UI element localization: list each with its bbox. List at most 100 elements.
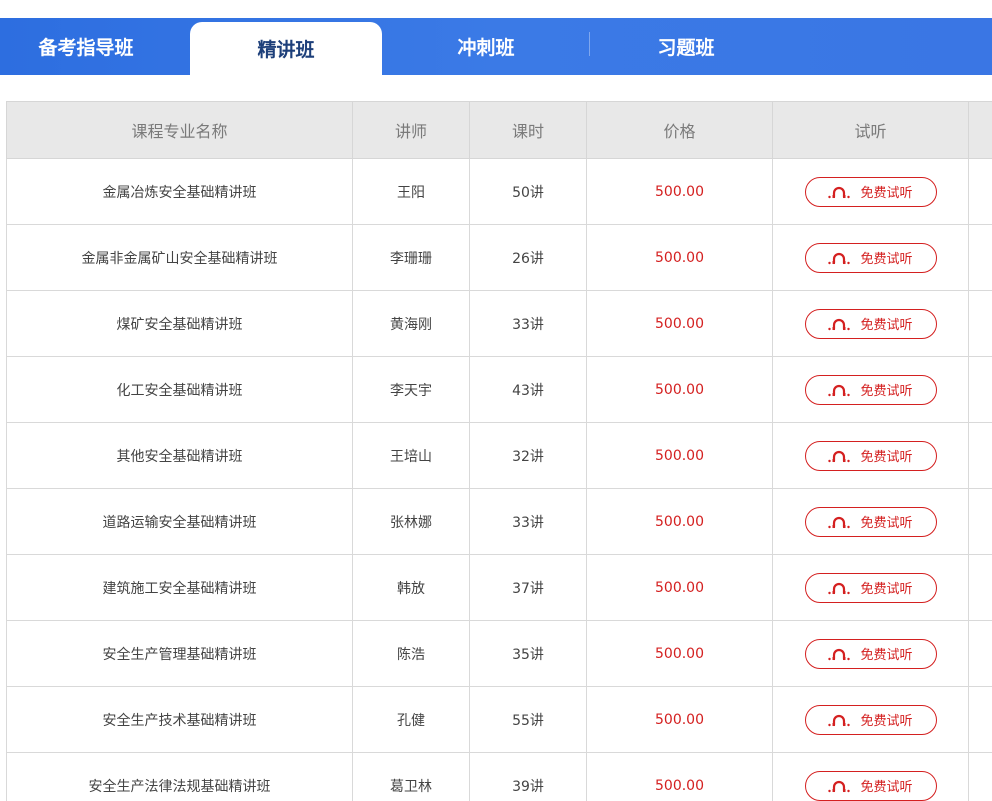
header-price: 价格 (587, 102, 773, 159)
teacher-cell: 李天宇 (353, 357, 470, 423)
hours-cell: 55讲 (470, 687, 587, 753)
price-cell: 500.00 (587, 621, 773, 687)
trial-cell: 免费试听 (773, 423, 969, 489)
price-cell: 500.00 (587, 291, 773, 357)
table-row: 其他安全基础精讲班王培山32讲500.00 免费试听 (7, 423, 992, 489)
extra-cell (969, 555, 992, 621)
trial-cell: 免费试听 (773, 357, 969, 423)
free-trial-button[interactable]: 免费试听 (805, 243, 937, 273)
teacher-cell: 孔健 (353, 687, 470, 753)
free-trial-label: 免费试听 (860, 512, 912, 531)
headphones-icon (828, 317, 850, 331)
header-extra (969, 102, 992, 159)
course-table: 课程专业名称 讲师 课时 价格 试听 金属冶炼安全基础精讲班王阳50讲500.0… (6, 101, 992, 801)
teacher-cell: 张林娜 (353, 489, 470, 555)
trial-cell: 免费试听 (773, 621, 969, 687)
tab-sprint[interactable]: 冲刺班 (390, 18, 582, 75)
headphones-icon (828, 581, 850, 595)
teacher-cell: 李珊珊 (353, 225, 470, 291)
course-name-cell: 安全生产管理基础精讲班 (7, 621, 353, 687)
course-name-cell: 道路运输安全基础精讲班 (7, 489, 353, 555)
hours-cell: 39讲 (470, 753, 587, 801)
free-trial-button[interactable]: 免费试听 (805, 507, 937, 537)
free-trial-label: 免费试听 (860, 710, 912, 729)
hours-cell: 50讲 (470, 159, 587, 225)
price-cell: 500.00 (587, 753, 773, 801)
free-trial-label: 免费试听 (860, 776, 912, 795)
hours-cell: 37讲 (470, 555, 587, 621)
headphones-icon (828, 515, 850, 529)
trial-cell: 免费试听 (773, 753, 969, 801)
headphones-icon (828, 779, 850, 793)
price-cell: 500.00 (587, 687, 773, 753)
tab-exam-guidance[interactable]: 备考指导班 (0, 18, 172, 75)
free-trial-label: 免费试听 (860, 446, 912, 465)
free-trial-button[interactable]: 免费试听 (805, 573, 937, 603)
course-name-cell: 金属非金属矿山安全基础精讲班 (7, 225, 353, 291)
price-cell: 500.00 (587, 423, 773, 489)
free-trial-button[interactable]: 免费试听 (805, 771, 937, 801)
teacher-cell: 黄海刚 (353, 291, 470, 357)
extra-cell (969, 225, 992, 291)
free-trial-label: 免费试听 (860, 380, 912, 399)
price-cell: 500.00 (587, 225, 773, 291)
table-header-row: 课程专业名称 讲师 课时 价格 试听 (7, 102, 992, 159)
course-name-cell: 金属冶炼安全基础精讲班 (7, 159, 353, 225)
hours-cell: 43讲 (470, 357, 587, 423)
free-trial-button[interactable]: 免费试听 (805, 309, 937, 339)
teacher-cell: 陈浩 (353, 621, 470, 687)
hours-cell: 32讲 (470, 423, 587, 489)
free-trial-button[interactable]: 免费试听 (805, 375, 937, 405)
trial-cell: 免费试听 (773, 489, 969, 555)
free-trial-label: 免费试听 (860, 182, 912, 201)
course-rows: 金属冶炼安全基础精讲班王阳50讲500.00免费试听金属非金属矿山安全基础精讲班… (7, 159, 992, 801)
extra-cell (969, 687, 992, 753)
extra-cell (969, 621, 992, 687)
extra-cell (969, 357, 992, 423)
tab-exercises[interactable]: 习题班 (590, 18, 782, 75)
free-trial-label: 免费试听 (860, 248, 912, 267)
price-cell: 500.00 (587, 489, 773, 555)
price-cell: 500.00 (587, 555, 773, 621)
trial-cell: 免费试听 (773, 159, 969, 225)
course-name-cell: 安全生产技术基础精讲班 (7, 687, 353, 753)
course-name-cell: 化工安全基础精讲班 (7, 357, 353, 423)
course-name-cell: 安全生产法律法规基础精讲班 (7, 753, 353, 801)
teacher-cell: 葛卫林 (353, 753, 470, 801)
course-name-cell: 其他安全基础精讲班 (7, 423, 353, 489)
trial-cell: 免费试听 (773, 555, 969, 621)
free-trial-button[interactable]: 免费试听 (805, 705, 937, 735)
headphones-icon (828, 713, 850, 727)
table-row: 安全生产管理基础精讲班陈浩35讲500.00 免费试听 (7, 621, 992, 687)
header-teacher: 讲师 (353, 102, 470, 159)
free-trial-label: 免费试听 (860, 578, 912, 597)
extra-cell (969, 291, 992, 357)
teacher-cell: 韩放 (353, 555, 470, 621)
table-row: 安全生产技术基础精讲班孔健55讲500.00 免费试听 (7, 687, 992, 753)
headphones-icon (828, 185, 850, 199)
trial-cell: 免费试听 (773, 687, 969, 753)
hours-cell: 33讲 (470, 489, 587, 555)
course-tab-bar: 备考指导班 精讲班 冲刺班 习题班 (0, 18, 992, 75)
headphones-icon (828, 449, 850, 463)
header-course-name: 课程专业名称 (7, 102, 353, 159)
free-trial-button[interactable]: 免费试听 (805, 639, 937, 669)
headphones-icon (828, 251, 850, 265)
free-trial-button[interactable]: 免费试听 (805, 441, 937, 471)
table-row: 建筑施工安全基础精讲班韩放37讲500.00 免费试听 (7, 555, 992, 621)
trial-cell: 免费试听 (773, 291, 969, 357)
teacher-cell: 王培山 (353, 423, 470, 489)
course-name-cell: 建筑施工安全基础精讲班 (7, 555, 353, 621)
free-trial-button[interactable]: 免费试听 (805, 177, 937, 207)
table-row: 煤矿安全基础精讲班黄海刚33讲500.00免费试听 (7, 291, 992, 357)
extra-cell (969, 489, 992, 555)
headphones-icon (828, 647, 850, 661)
free-trial-label: 免费试听 (860, 314, 912, 333)
extra-cell (969, 753, 992, 801)
course-name-cell: 煤矿安全基础精讲班 (7, 291, 353, 357)
table-row: 道路运输安全基础精讲班张林娜33讲500.00 免费试听 (7, 489, 992, 555)
hours-cell: 35讲 (470, 621, 587, 687)
course-table-container: 课程专业名称 讲师 课时 价格 试听 金属冶炼安全基础精讲班王阳50讲500.0… (6, 101, 992, 801)
tab-intensive-lecture[interactable]: 精讲班 (190, 22, 382, 75)
extra-cell (969, 159, 992, 225)
